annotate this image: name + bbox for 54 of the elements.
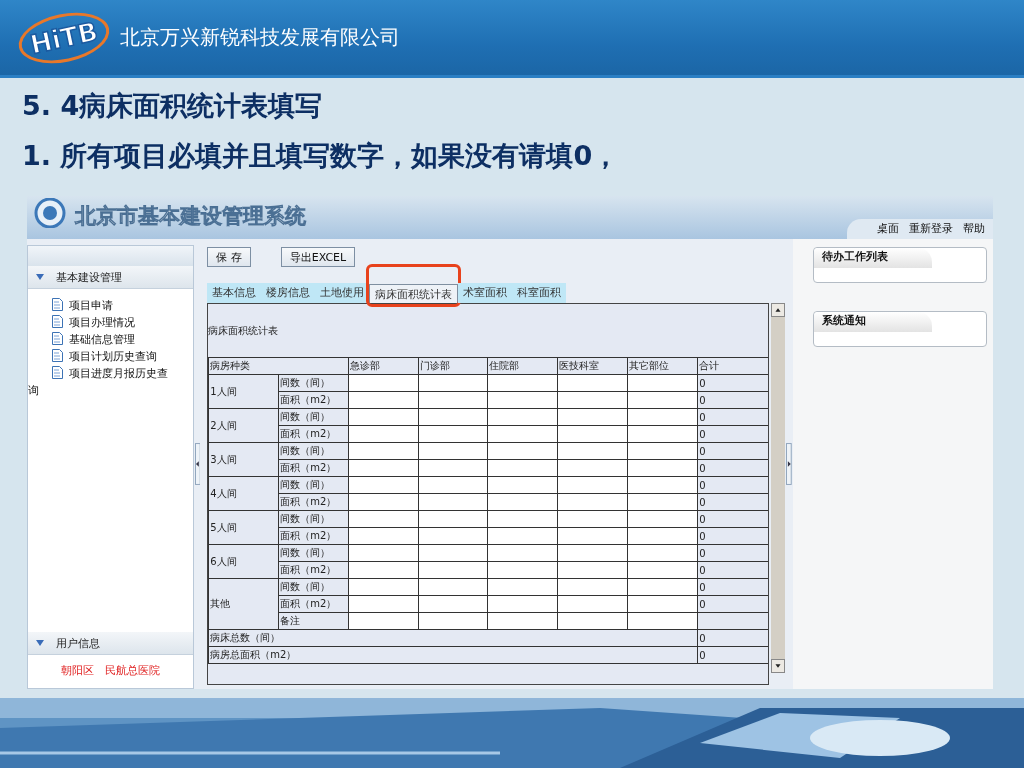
menu-item[interactable]: 项目办理情况: [28, 314, 168, 331]
nav-link[interactable]: 帮助: [963, 220, 985, 236]
column-header: 门诊部: [418, 357, 488, 375]
row-group-label: 6人间: [208, 544, 279, 579]
row-group-label: 1人间: [208, 374, 279, 409]
menu-item[interactable]: 项目进度月报历史查询: [28, 365, 168, 399]
scrollbar[interactable]: [771, 303, 786, 673]
scroll-down-icon[interactable]: [771, 659, 786, 673]
column-header: 病房种类: [208, 357, 349, 375]
expand-handle[interactable]: [786, 442, 792, 486]
document-icon: [52, 315, 63, 328]
column-header: 其它部位: [627, 357, 698, 375]
expand-arrow-icon[interactable]: [36, 640, 44, 646]
nav-link[interactable]: 重新登录: [909, 220, 953, 236]
document-icon: [52, 349, 63, 362]
column-header: 合计: [697, 357, 769, 375]
column-header: 住院部: [487, 357, 558, 375]
section-header[interactable]: 用户信息: [28, 632, 193, 655]
scroll-up-icon[interactable]: [771, 303, 786, 317]
slide-note: 1. 所有项目必填并且填写数字，如果没有请填0，: [21, 139, 621, 173]
section-header[interactable]: 基本建设管理: [28, 266, 193, 289]
panel-title: 待办工作列表: [813, 248, 932, 268]
column-header: 急诊部: [348, 357, 419, 375]
panel-title: 系统通知: [813, 312, 932, 332]
section-title: 用户信息: [56, 635, 100, 651]
menu-item[interactable]: 项目申请: [28, 297, 168, 314]
section-title: 基本建设管理: [56, 269, 122, 285]
form-caption: 病床面积统计表: [208, 323, 280, 338]
tab[interactable]: 楼房信息: [261, 283, 316, 303]
menu-item[interactable]: 项目计划历史查询: [28, 348, 168, 365]
row-group-label: 3人间: [208, 442, 279, 477]
tab[interactable]: 术室面积: [458, 283, 513, 303]
document-icon: [52, 366, 63, 379]
nav-link[interactable]: 桌面: [877, 220, 899, 236]
row-group-label: 其他: [208, 578, 279, 630]
tab[interactable]: 基本信息: [207, 283, 262, 303]
document-icon: [52, 332, 63, 345]
user-info: 朝阳区 民航总医院: [59, 663, 161, 679]
row-group-label: 2人间: [208, 408, 279, 443]
menu-item[interactable]: 基础信息管理: [28, 331, 168, 348]
app-title: 北京市基本建设管理系统: [75, 203, 306, 230]
document-icon: [52, 298, 63, 311]
column-header: 医技科室: [557, 357, 628, 375]
row-group-label: 4人间: [208, 476, 279, 511]
slide-heading: 5. 4病床面积统计表填写: [21, 89, 324, 123]
company-name: 北京万兴新锐科技发展有限公司: [120, 24, 400, 51]
emblem-icon: [33, 198, 67, 228]
expand-arrow-icon[interactable]: [36, 274, 44, 280]
toolbar-button[interactable]: 导出EXCEL: [280, 247, 356, 267]
toolbar-button[interactable]: 保 存: [207, 247, 251, 267]
row-group-label: 5人间: [208, 510, 279, 545]
collapse-handle[interactable]: [194, 442, 201, 486]
tab[interactable]: 科室面积: [512, 283, 567, 303]
tab[interactable]: 病床面积统计表: [369, 284, 459, 303]
